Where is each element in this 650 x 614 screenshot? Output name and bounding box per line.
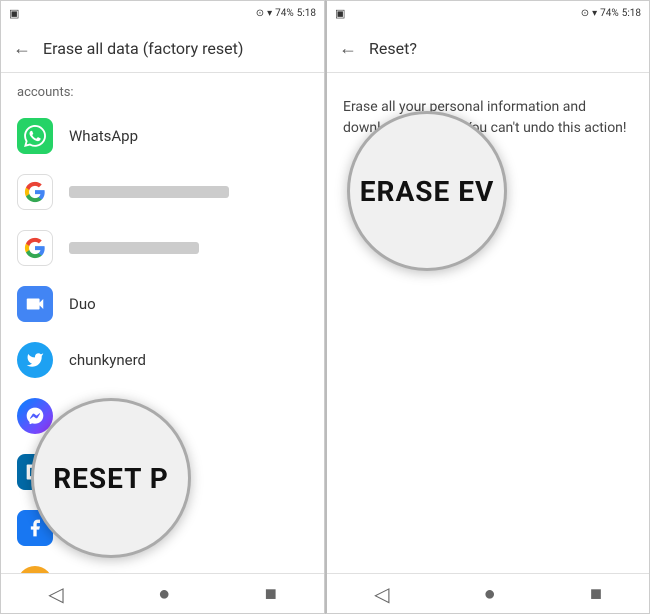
back-nav-right[interactable]: ◁ [354,574,409,614]
top-bar-right: ← Reset? [327,25,649,73]
twitter-icon [17,342,53,378]
section-label: accounts: [1,81,324,108]
wifi-icon: ▾ [267,8,272,19]
signal-icon-right: ⊙ [581,8,589,19]
battery-level: 74% [275,8,294,19]
allo-icon [17,566,53,573]
google-icon-1 [17,174,53,210]
status-left-right: ▣ [335,7,345,20]
list-item [1,220,324,276]
list-item: WhatsApp [1,108,324,164]
whatsapp-icon [17,118,53,154]
status-right: ⊙ ▾ 74% 5:18 [256,8,316,19]
right-panel: ▣ ⊙ ▾ 74% 5:18 ← Reset? Erase all your p… [325,0,650,614]
whatsapp-label: WhatsApp [69,127,138,145]
google-icon-2 [17,230,53,266]
home-nav-left[interactable]: ● [138,573,190,614]
back-button-left[interactable]: ← [13,38,31,59]
status-time: 5:18 [297,8,316,19]
signal-icon: ⊙ [256,8,264,19]
magnify-circle-right: ERASE EV [347,111,507,271]
status-icon-right: ▣ [335,7,345,20]
list-item [1,164,324,220]
recents-nav-right[interactable]: ■ [570,573,622,614]
status-bar-right: ▣ ⊙ ▾ 74% 5:18 [327,1,649,25]
battery-level-right: 74% [600,8,619,19]
left-panel: ▣ ⊙ ▾ 74% 5:18 ← Erase all data (factory… [0,0,325,614]
top-bar-left: ← Erase all data (factory reset) [1,25,324,73]
recents-nav-left[interactable]: ■ [245,573,297,614]
duo-icon [17,286,53,322]
status-right-right: ⊙ ▾ 74% 5:18 [581,8,641,19]
status-bar-left: ▣ ⊙ ▾ 74% 5:18 [1,1,324,25]
status-left: ▣ [9,7,19,20]
status-icon-left: ▣ [9,7,19,20]
magnify-text-left: RESET P [45,462,177,495]
google-account-2-label [69,242,199,254]
wifi-icon-right: ▾ [592,8,597,19]
list-item: Allo [1,556,324,573]
bottom-nav-left: ◁ ● ■ [1,573,324,613]
magnify-text-right: ERASE EV [352,175,503,208]
list-item: chunkynerd [1,332,324,388]
twitter-label: chunkynerd [69,351,146,369]
page-title-right: Reset? [369,39,417,58]
bottom-nav-right: ◁ ● ■ [327,573,649,613]
status-time-right: 5:18 [622,8,641,19]
back-nav-left[interactable]: ◁ [28,574,83,614]
magnify-circle-left: RESET P [31,398,191,558]
google-account-1-label [69,186,229,198]
list-item: Duo [1,276,324,332]
duo-label: Duo [69,295,96,313]
back-button-right[interactable]: ← [339,38,357,59]
page-title-left: Erase all data (factory reset) [43,39,243,58]
home-nav-right[interactable]: ● [464,573,516,614]
